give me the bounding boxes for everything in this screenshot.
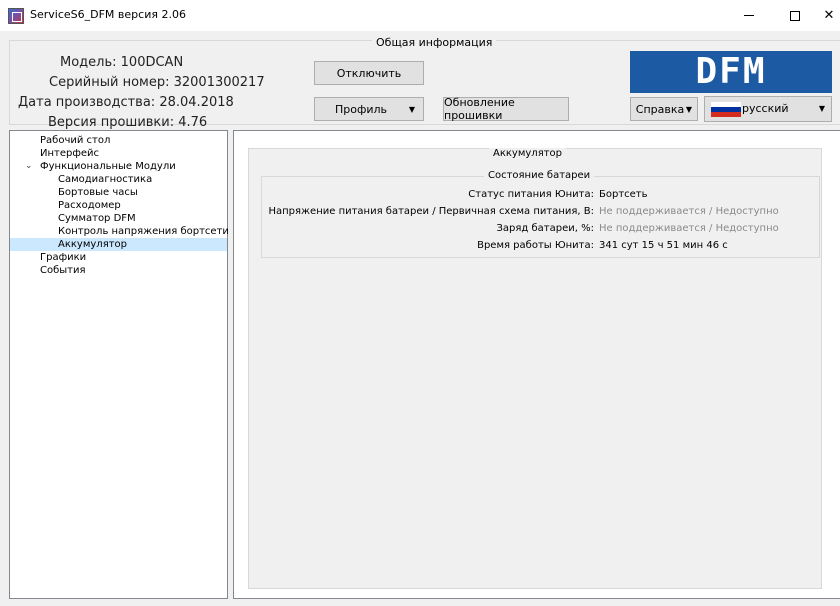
- dfm-logo: DFM: [630, 51, 832, 93]
- tree-item-desktop[interactable]: Рабочий стол: [10, 134, 110, 147]
- tree-item-interface[interactable]: Интерфейс: [10, 147, 99, 160]
- battery-status-title: Состояние батареи: [484, 170, 595, 181]
- tree-item-events[interactable]: События: [10, 264, 86, 277]
- tree-item-label: Расходомер: [58, 200, 121, 211]
- model-label: Модель:: [60, 55, 117, 70]
- status-value: Бортсеть: [599, 189, 648, 200]
- charge-value: Не поддерживается / Недоступно: [599, 223, 779, 234]
- app-icon: [8, 8, 24, 24]
- disconnect-button[interactable]: Отключить: [314, 61, 424, 85]
- tree-item-voltage-control[interactable]: Контроль напряжения бортсети: [10, 225, 229, 238]
- minimize-icon: [744, 15, 754, 16]
- help-dropdown-button[interactable]: Справка ▼: [630, 97, 698, 121]
- model-value: 100DCAN: [120, 55, 184, 70]
- serial-value: 32001300217: [173, 75, 265, 90]
- battery-group-title: Аккумулятор: [489, 148, 566, 159]
- help-label: Справка: [635, 102, 685, 116]
- voltage-label: Напряжение питания батареи / Первичная с…: [268, 206, 594, 217]
- tree-item-label: Аккумулятор: [58, 239, 127, 250]
- status-label: Статус питания Юнита:: [468, 189, 594, 200]
- model-row: Модель: 100DCAN: [60, 55, 183, 70]
- profile-dropdown-button[interactable]: Профиль ▼: [314, 97, 424, 121]
- uptime-value: 341 сут 15 ч 51 мин 46 с: [599, 240, 728, 251]
- tree-item-label: Самодиагностика: [58, 174, 153, 185]
- chevron-down-icon: ▼: [818, 104, 825, 113]
- serial-row: Серийный номер: 32001300217: [49, 75, 265, 90]
- tree-item-label: Бортовые часы: [58, 187, 138, 198]
- firmware-row: Версия прошивки: 4.76: [48, 115, 207, 130]
- navigation-tree[interactable]: Рабочий стол Интерфейс ⌄ Функциональные …: [9, 130, 229, 599]
- tree-item-label: События: [40, 265, 86, 276]
- chevron-down-icon[interactable]: ⌄: [25, 160, 33, 173]
- tree-item-label: Контроль напряжения бортсети: [58, 226, 229, 237]
- date-value: 28.04.2018: [159, 95, 234, 110]
- firmware-value: 4.76: [178, 115, 208, 130]
- maximize-icon: [790, 10, 800, 21]
- date-label: Дата производства:: [18, 95, 156, 110]
- language-select[interactable]: русский ▼: [704, 96, 832, 122]
- tree-item-label: Функциональные Модули: [40, 161, 176, 172]
- date-row: Дата производства: 28.04.2018: [18, 95, 234, 110]
- disconnect-label: Отключить: [336, 66, 402, 80]
- profile-label: Профиль: [334, 102, 388, 116]
- tree-item-flowmeter[interactable]: Расходомер: [10, 199, 121, 212]
- title-bar: ServiceS6_DFM версия 2.06 ✕: [0, 0, 840, 31]
- tree-item-label: Графики: [40, 252, 87, 263]
- caret-down-icon: ▼: [685, 104, 692, 114]
- logo-text: DFM: [695, 51, 767, 92]
- firmware-label: Версия прошивки:: [48, 115, 175, 130]
- minimize-button[interactable]: [726, 0, 772, 31]
- close-icon: ✕: [823, 8, 835, 23]
- tree-item-label: Сумматор DFM: [58, 213, 136, 224]
- tree-item-label: Интерфейс: [40, 148, 100, 159]
- tree-item-dfm-summator[interactable]: Сумматор DFM: [10, 212, 136, 225]
- tree-item-battery[interactable]: Аккумулятор: [10, 238, 227, 251]
- russian-flag-icon: [711, 102, 741, 117]
- language-value: русский: [742, 102, 789, 115]
- close-button[interactable]: ✕: [818, 0, 840, 31]
- charge-label: Заряд батареи, %:: [496, 223, 594, 234]
- serial-label: Серийный номер:: [49, 75, 170, 90]
- caret-down-icon: ▼: [408, 104, 415, 114]
- tree-item-self-diagnostics[interactable]: Самодиагностика: [10, 173, 152, 186]
- window-title: ServiceS6_DFM версия 2.06: [30, 8, 186, 21]
- tree-item-functional-modules[interactable]: ⌄ Функциональные Модули: [10, 160, 176, 173]
- maximize-button[interactable]: [772, 0, 818, 31]
- tree-item-graphs[interactable]: Графики: [10, 251, 86, 264]
- tree-item-label: Рабочий стол: [40, 135, 111, 146]
- firmware-update-button[interactable]: Обновление прошивки: [443, 96, 569, 122]
- update-label: Обновление прошивки: [444, 96, 515, 122]
- uptime-label: Время работы Юнита:: [477, 240, 594, 251]
- voltage-value: Не поддерживается / Недоступно: [599, 206, 779, 217]
- tree-item-onboard-clock[interactable]: Бортовые часы: [10, 186, 138, 199]
- info-section-title: Общая информация: [372, 36, 497, 49]
